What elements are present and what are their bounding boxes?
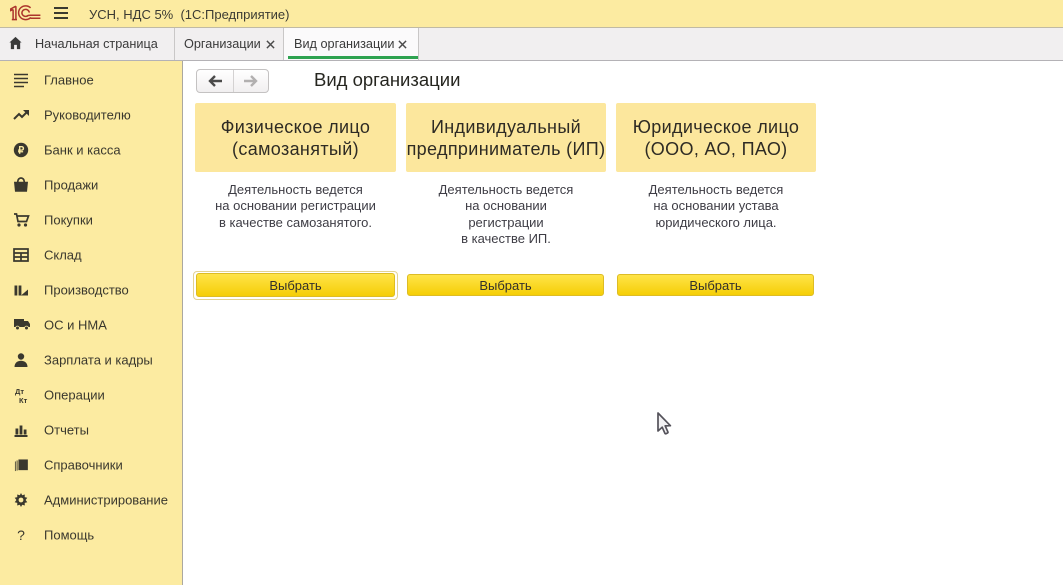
svg-text:₽: ₽ <box>18 145 25 156</box>
svg-text:Дт: Дт <box>15 387 24 396</box>
svg-text:?: ? <box>17 527 25 543</box>
svg-text:Кт: Кт <box>19 396 28 404</box>
